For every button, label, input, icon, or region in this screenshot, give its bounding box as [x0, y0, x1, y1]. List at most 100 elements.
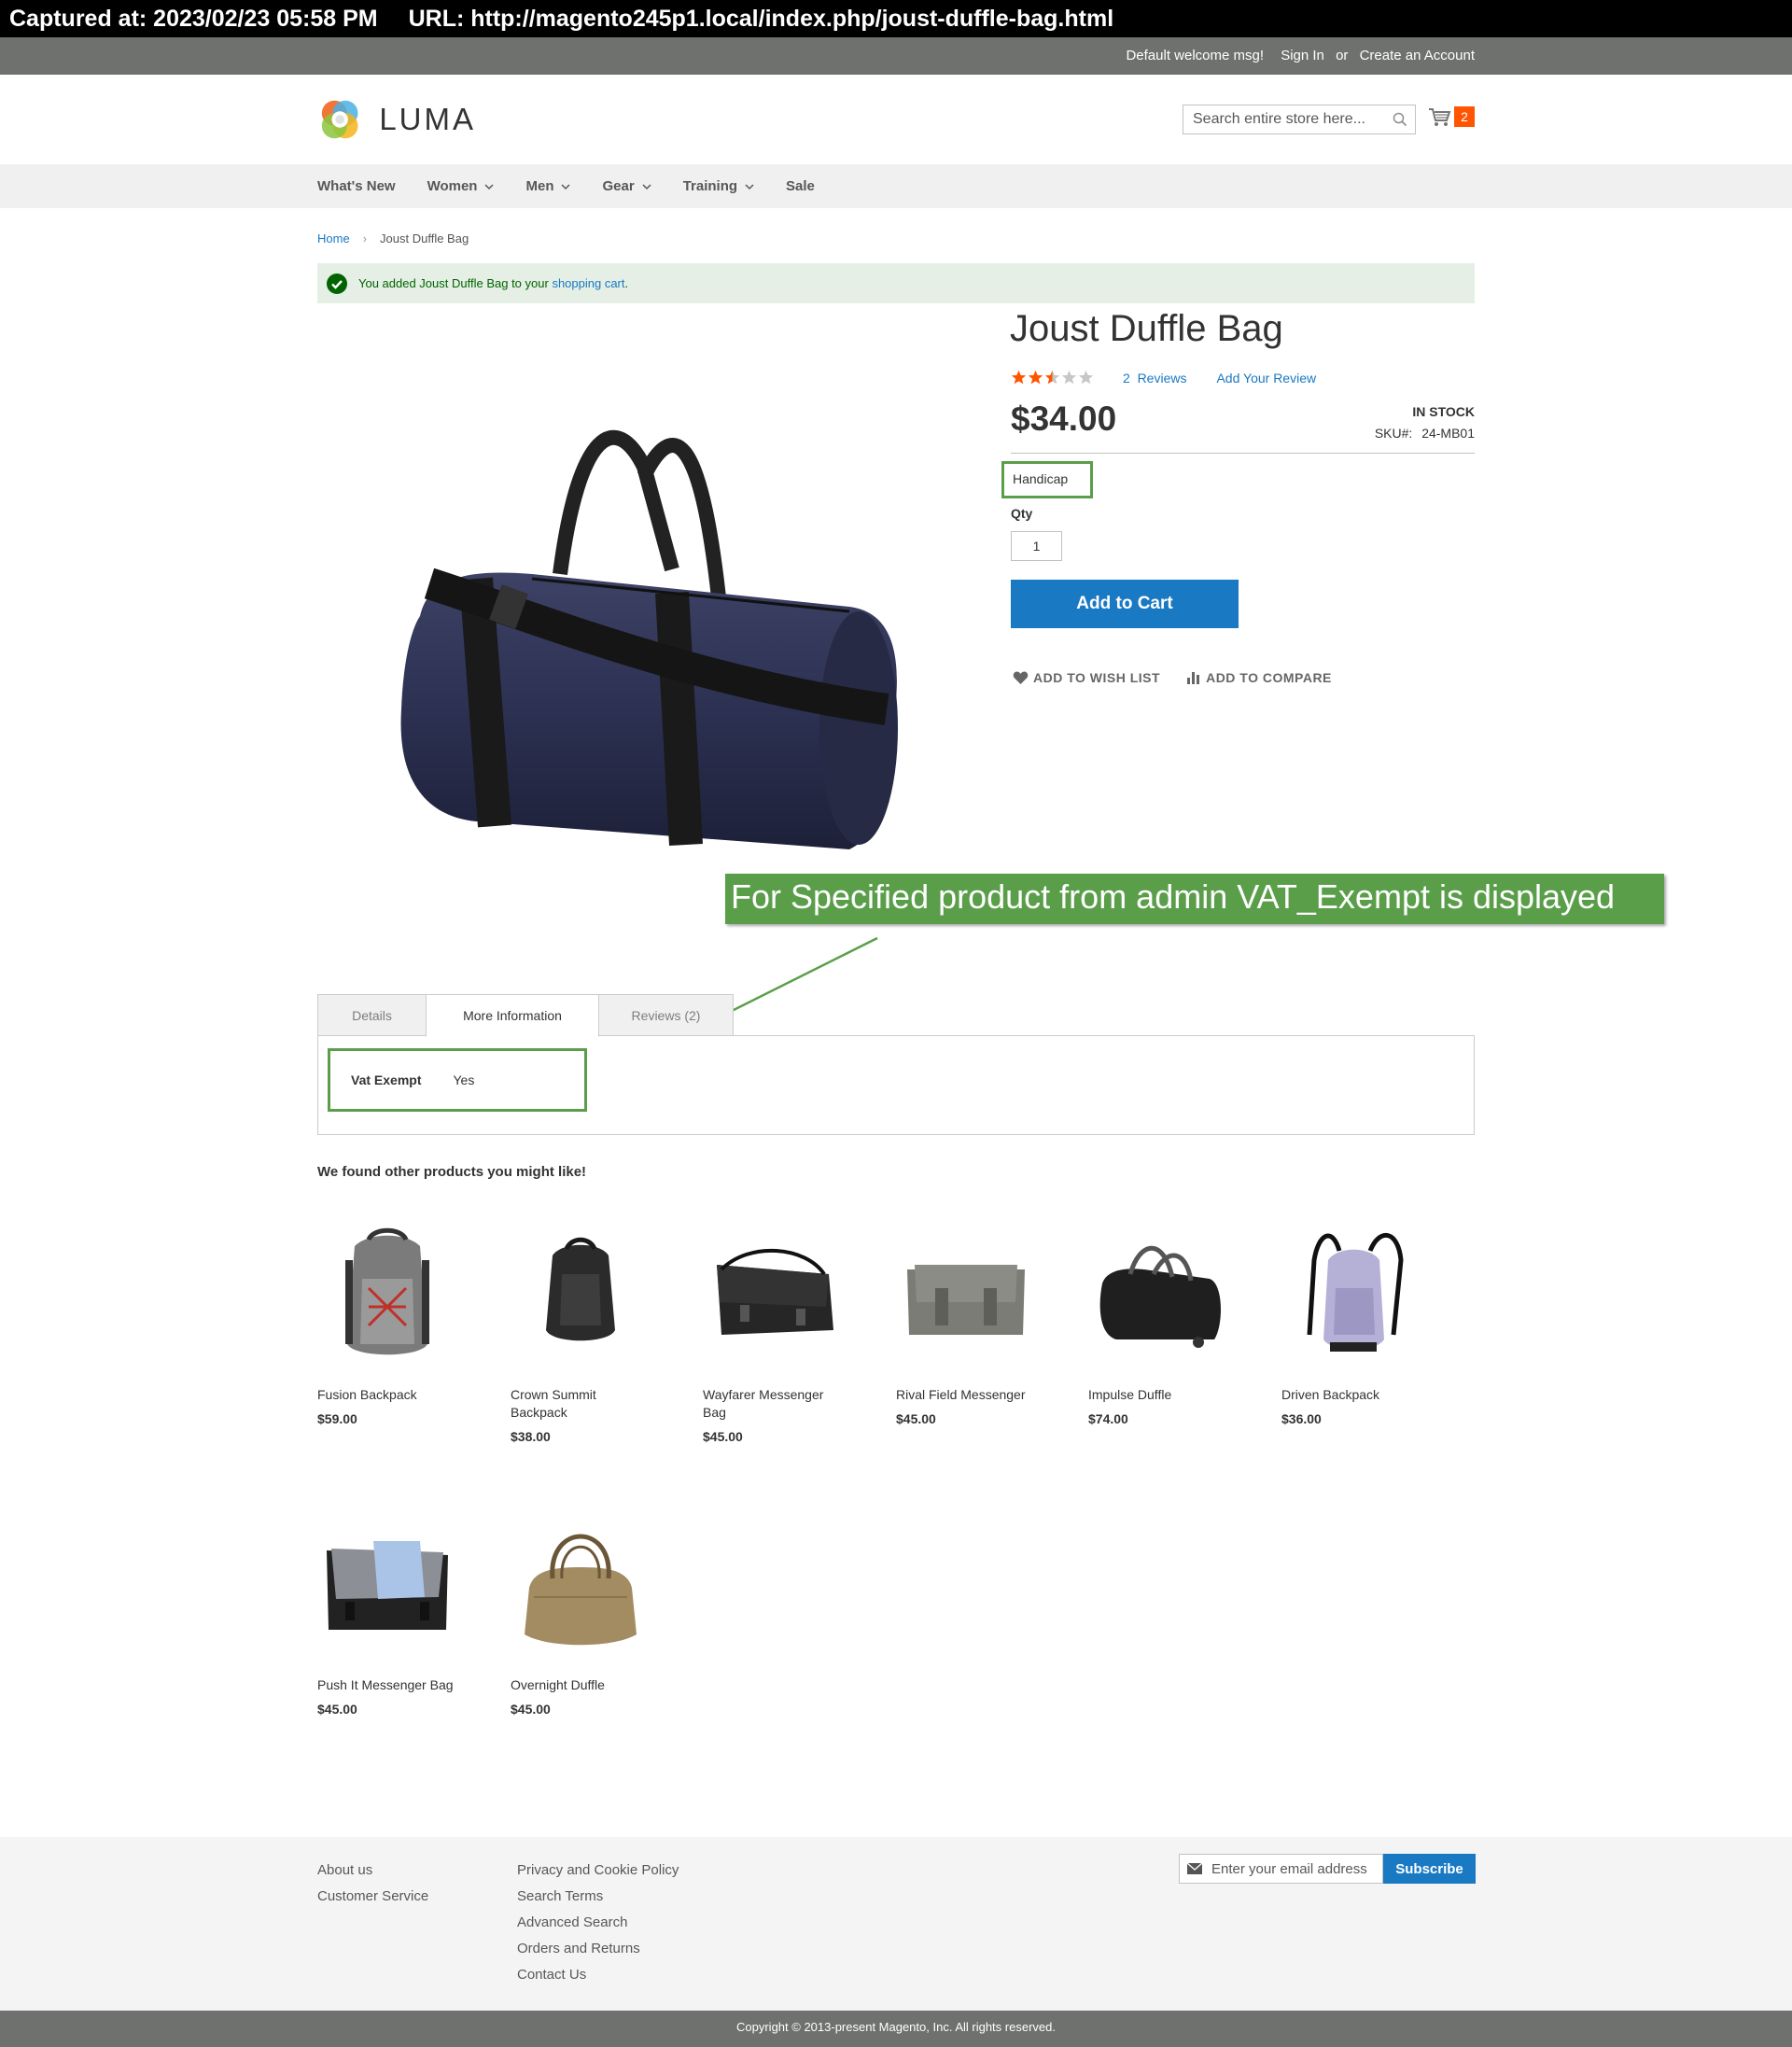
product-name[interactable]: Crown Summit Backpack [511, 1386, 623, 1422]
messenger-bag-image [717, 1249, 833, 1335]
product-price: $74.00 [1088, 1411, 1128, 1426]
newsletter-email-input[interactable] [1211, 1860, 1379, 1877]
nav-item-women[interactable]: Women [427, 178, 495, 194]
product-name[interactable]: Driven Backpack [1281, 1386, 1449, 1404]
welcome-message: Default welcome msg! [1126, 48, 1265, 63]
stock-status: IN STOCK [1412, 404, 1475, 419]
add-to-compare-link[interactable]: ADD TO COMPARE [1186, 670, 1332, 685]
qty-input[interactable]: 1 [1011, 531, 1062, 561]
qty-label: Qty [1011, 506, 1033, 521]
star-half-icon [1044, 370, 1060, 385]
message-text: You added Joust Duffle Bag to your [358, 276, 553, 290]
product-card[interactable]: Impulse Duffle $74.00 [1088, 1223, 1256, 1426]
tab-details[interactable]: Details [317, 994, 427, 1036]
shopping-cart-link[interactable]: shopping cart [552, 276, 624, 290]
nav-label: Training [682, 178, 738, 194]
product-card[interactable]: Overnight Duffle $45.00 [511, 1513, 679, 1717]
sku-value: 24-MB01 [1421, 426, 1475, 441]
copyright-bar: Copyright © 2013-present Magento, Inc. A… [0, 2011, 1792, 2047]
rating-stars [1011, 370, 1095, 386]
nav-item-sale[interactable]: Sale [786, 178, 815, 194]
search-box [1183, 105, 1416, 134]
search-icon[interactable] [1393, 112, 1407, 127]
footer-link-contact-us[interactable]: Contact Us [517, 1962, 679, 1988]
product-card[interactable]: Wayfarer Messenger Bag $45.00 [703, 1223, 871, 1444]
footer-link-about-us[interactable]: About us [317, 1858, 428, 1884]
nav-item-men[interactable]: Men [525, 178, 571, 194]
message-suffix: . [624, 276, 629, 290]
product-card[interactable]: Driven Backpack $36.00 [1281, 1223, 1449, 1426]
product-main-image[interactable] [364, 392, 943, 877]
divider [1011, 453, 1475, 454]
product-social-actions: ADD TO WISH LIST ADD TO COMPARE [1013, 670, 1358, 685]
page-footer: About us Customer Service Privacy and Co… [0, 1837, 1792, 2011]
product-price: $45.00 [317, 1702, 357, 1717]
product-title: Joust Duffle Bag [1010, 308, 1283, 349]
sign-in-link[interactable]: Sign In [1281, 48, 1324, 63]
minicart[interactable]: 2 [1428, 105, 1477, 131]
product-card[interactable]: Fusion Backpack $59.00 [317, 1223, 485, 1426]
search-input[interactable] [1183, 105, 1379, 133]
chevron-down-icon [561, 183, 571, 189]
heart-icon [1013, 671, 1029, 684]
nav-label: Men [525, 178, 554, 194]
product-name[interactable]: Wayfarer Messenger Bag [703, 1386, 833, 1422]
luma-logo[interactable]: LUMA [317, 95, 476, 144]
product-info-tabs: Details More Information Reviews (2) [317, 994, 734, 1037]
create-account-link[interactable]: Create an Account [1360, 48, 1475, 63]
product-name[interactable]: Rival Field Messenger [896, 1386, 1064, 1404]
newsletter-field [1179, 1854, 1383, 1884]
envelope-icon [1187, 1863, 1202, 1874]
tab-more-information[interactable]: More Information [426, 994, 599, 1037]
nav-label: Sale [786, 178, 815, 194]
add-to-cart-button[interactable]: Add to Cart [1011, 580, 1239, 628]
footer-link-orders-returns[interactable]: Orders and Returns [517, 1936, 679, 1962]
capture-info-bar: Captured at: 2023/02/23 05:58 PM URL: ht… [0, 0, 1792, 37]
nav-item-whats-new[interactable]: What's New [317, 178, 396, 194]
breadcrumb-home-link[interactable]: Home [317, 231, 350, 245]
product-price: $36.00 [1281, 1411, 1322, 1426]
product-name[interactable]: Overnight Duffle [511, 1676, 679, 1694]
main-navigation: What's New Women Men Gear Training Sale [0, 164, 1792, 208]
annotation-callout: For Specified product from admin VAT_Exe… [725, 874, 1664, 924]
newsletter-form: Subscribe [1179, 1854, 1476, 1884]
captured-at-text: Captured at: 2023/02/23 05:58 PM [9, 6, 378, 32]
nav-item-training[interactable]: Training [683, 178, 754, 194]
add-to-wishlist-link[interactable]: ADD TO WISH LIST [1013, 670, 1160, 685]
chevron-down-icon [642, 183, 651, 189]
footer-link-privacy[interactable]: Privacy and Cookie Policy [517, 1858, 679, 1884]
product-card[interactable]: Push It Messenger Bag $45.00 [317, 1513, 485, 1717]
cart-icon [1429, 108, 1451, 126]
nav-label: Women [427, 178, 478, 194]
sku-label: SKU#: [1374, 426, 1413, 441]
footer-link-customer-service[interactable]: Customer Service [317, 1884, 428, 1910]
footer-link-search-terms[interactable]: Search Terms [517, 1884, 679, 1910]
add-review-link[interactable]: Add Your Review [1216, 371, 1316, 386]
compare-bars-icon [1187, 672, 1200, 684]
backpack-image [345, 1227, 429, 1355]
success-message: You added Joust Duffle Bag to your shopp… [317, 263, 1475, 303]
product-name[interactable]: Push It Messenger Bag [317, 1676, 485, 1694]
vat-exempt-row: Vat Exempt Yes [328, 1048, 587, 1112]
luma-logo-icon [321, 100, 358, 139]
product-name[interactable]: Fusion Backpack [317, 1386, 485, 1404]
duffle-bag-image [1099, 1245, 1221, 1348]
product-name[interactable]: Impulse Duffle [1088, 1386, 1256, 1404]
product-card[interactable]: Crown Summit Backpack $38.00 [511, 1223, 679, 1444]
product-price: $45.00 [896, 1411, 936, 1426]
product-price: $34.00 [1011, 400, 1117, 438]
footer-link-advanced-search[interactable]: Advanced Search [517, 1910, 679, 1936]
tab-reviews[interactable]: Reviews (2) [598, 994, 734, 1036]
annotation-arrow-icon [603, 936, 878, 1075]
breadcrumb-separator-icon: › [362, 231, 368, 245]
star-full-icon [1011, 370, 1027, 385]
nav-item-gear[interactable]: Gear [602, 178, 651, 194]
footer-links-column: About us Customer Service [317, 1858, 428, 1910]
chevron-down-icon [484, 183, 495, 189]
product-rating: 2 Reviews Add Your Review [1011, 370, 1316, 386]
reviews-link[interactable]: 2 Reviews [1123, 371, 1186, 386]
product-card[interactable]: Rival Field Messenger $45.00 [896, 1223, 1064, 1426]
subscribe-button[interactable]: Subscribe [1383, 1854, 1476, 1884]
product-price: $38.00 [511, 1429, 551, 1444]
nav-label: Gear [602, 178, 635, 194]
